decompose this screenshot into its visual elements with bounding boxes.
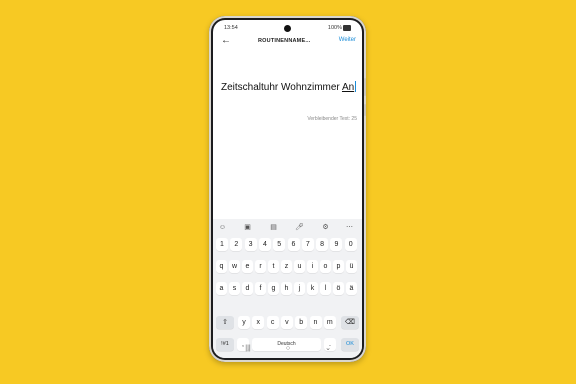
on-screen-keyboard: ☺ ▣ ▤ 🎤︎ ⚙ ⋯ 1234567890 qwertzuiopü asdf… — [213, 219, 362, 358]
letter-key[interactable]: j — [294, 282, 305, 295]
letter-key[interactable]: r — [255, 260, 266, 273]
app-bar: ← ROUTINENNAME... Weiter — [213, 35, 362, 49]
routine-name-value: Zeitschaltuhr Wohnzimmer — [221, 82, 342, 93]
arrow-left-icon[interactable]: ← — [220, 35, 232, 47]
settings-gear-icon[interactable]: ⚙ — [321, 223, 330, 232]
letter-key[interactable]: y — [238, 316, 250, 329]
phone-screen: 13:54 100% ← ROUTINENNAME... Weiter Zeit… — [213, 20, 362, 358]
more-icon[interactable]: ⋯ — [345, 223, 354, 232]
letter-key[interactable]: s — [229, 282, 240, 295]
letter-key[interactable]: w — [229, 260, 240, 273]
status-battery: 100% — [328, 25, 351, 31]
back-chevron-icon[interactable]: ⌄ — [322, 344, 334, 354]
letter-key[interactable]: f — [255, 282, 266, 295]
phone-frame: 13:54 100% ← ROUTINENNAME... Weiter Zeit… — [209, 16, 366, 362]
volume-button — [364, 78, 366, 96]
text-cursor — [354, 81, 356, 92]
letter-key[interactable]: c — [266, 316, 279, 329]
letter-key[interactable]: m — [323, 316, 336, 329]
letter-key[interactable]: p — [333, 260, 344, 273]
letter-key[interactable]: e — [242, 260, 253, 273]
system-nav-bar: ||| ○ ⌄ — [213, 341, 362, 357]
letter-key[interactable]: h — [281, 282, 292, 295]
power-button — [364, 104, 366, 116]
sticker-icon[interactable]: ▤ — [269, 223, 278, 232]
number-key[interactable]: 9 — [330, 238, 343, 251]
number-key[interactable]: 0 — [344, 238, 357, 251]
letter-key[interactable]: u — [294, 260, 305, 273]
status-time: 13:54 — [224, 25, 238, 31]
page-title: ROUTINENNAME... — [258, 38, 311, 44]
recent-apps-icon[interactable]: ||| — [242, 344, 254, 354]
letter-key[interactable]: l — [320, 282, 331, 295]
letter-key[interactable]: o — [320, 260, 331, 273]
letter-key[interactable]: ä — [346, 282, 357, 295]
letter-key[interactable]: z — [281, 260, 292, 273]
letter-key[interactable]: t — [268, 260, 279, 273]
letter-key[interactable]: k — [307, 282, 318, 295]
letter-key[interactable]: a — [216, 282, 227, 295]
backspace-icon[interactable]: ⌫ — [341, 316, 359, 329]
number-key[interactable]: 8 — [316, 238, 329, 251]
letter-key[interactable]: g — [268, 282, 279, 295]
letter-key[interactable]: ö — [333, 282, 344, 295]
letter-key[interactable]: d — [242, 282, 253, 295]
shift-arrow-icon[interactable]: ⇧ — [216, 316, 234, 329]
number-key[interactable]: 3 — [244, 238, 257, 251]
battery-icon — [343, 25, 351, 31]
letter-key[interactable]: b — [295, 316, 308, 329]
remaining-text-counter: Verbleibender Text: 25 — [307, 116, 357, 122]
number-key[interactable]: 6 — [287, 238, 300, 251]
status-bar: 13:54 100% — [213, 23, 362, 33]
keyboard-toolbar: ☺ ▣ ▤ 🎤︎ ⚙ ⋯ — [213, 221, 362, 233]
routine-name-composing-text: An — [341, 82, 355, 93]
letter-key[interactable]: n — [309, 316, 322, 329]
number-key[interactable]: 4 — [258, 238, 271, 251]
battery-percent: 100% — [327, 25, 342, 31]
number-key[interactable]: 5 — [273, 238, 286, 251]
letter-key[interactable]: x — [252, 316, 265, 329]
number-key[interactable]: 1 — [216, 238, 228, 251]
routine-name-input[interactable]: Zeitschaltuhr Wohnzimmer An — [221, 81, 356, 93]
emoji-icon[interactable]: ☺ — [218, 223, 227, 232]
microphone-icon[interactable]: 🎤︎ — [295, 223, 304, 232]
letter-key[interactable]: i — [307, 260, 318, 273]
letter-key[interactable]: q — [216, 260, 227, 273]
weiter-button[interactable]: Weiter — [339, 37, 356, 43]
letter-key[interactable]: ü — [346, 260, 357, 273]
number-key[interactable]: 7 — [301, 238, 314, 251]
letter-key[interactable]: v — [280, 316, 293, 329]
number-key[interactable]: 2 — [230, 238, 243, 251]
clipboard-icon[interactable]: ▣ — [243, 223, 252, 232]
home-icon[interactable]: ○ — [282, 344, 294, 354]
